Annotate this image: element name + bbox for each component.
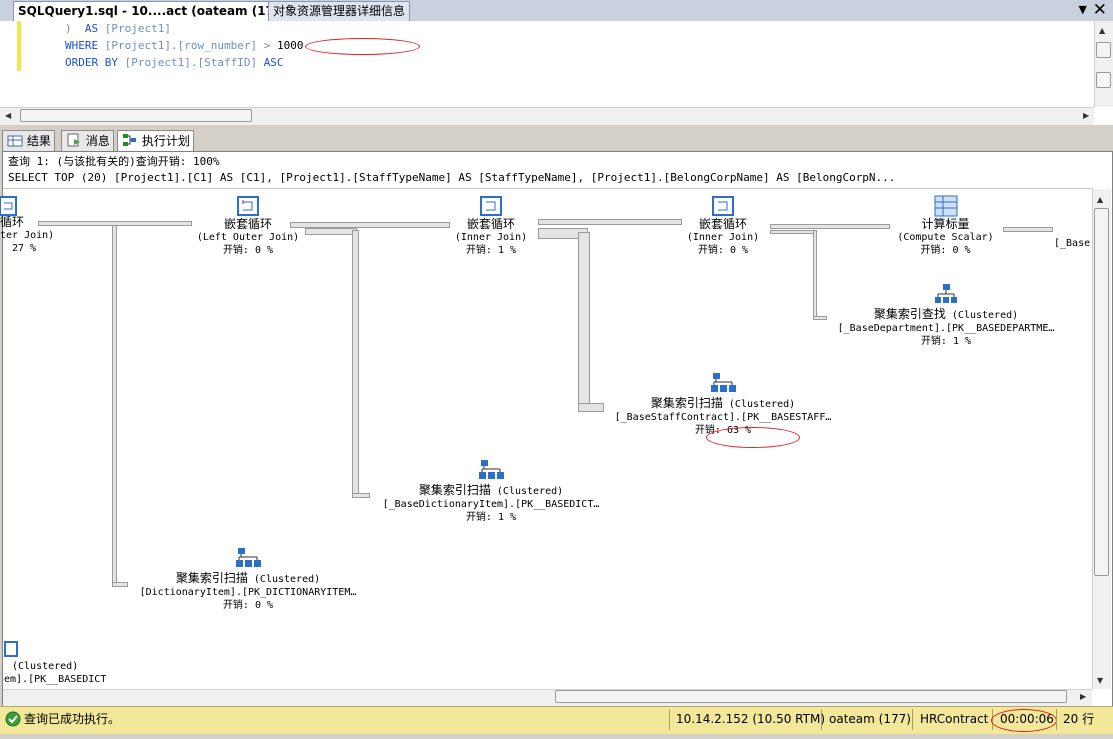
- close-icon[interactable]: ✕: [1093, 0, 1107, 20]
- change-margin: [17, 21, 21, 71]
- scroll-right-icon[interactable]: ▶: [1083, 111, 1089, 120]
- editor-scroll-thumb-lower[interactable]: [1096, 72, 1111, 88]
- scroll-down-icon[interactable]: ▼: [1097, 676, 1103, 685]
- status-user: oateam (177): [829, 712, 911, 726]
- tab-results[interactable]: 结果: [2, 130, 55, 152]
- plan-arrow: [538, 219, 682, 225]
- tab-object-explorer-details[interactable]: 对象资源管理器详细信息: [268, 1, 411, 21]
- plan-op-offscreen-scan[interactable]: (Clustered) em].[PK__BASEDICT: [4, 638, 124, 688]
- plan-scroll-thumb[interactable]: [1094, 208, 1109, 576]
- tab-execution-plan[interactable]: 执行计划: [117, 130, 194, 152]
- clustered-index-scan-icon: [711, 373, 736, 392]
- plan-op-nested-loops-left-outer[interactable]: 嵌套循环 (Left Outer Join) 开销: 0 %: [188, 195, 308, 257]
- plan-arrow: [770, 224, 890, 229]
- plan-op-nested-loops-inner-1[interactable]: 嵌套循环 (Inner Join) 开销: 1 %: [446, 195, 536, 257]
- status-server: 10.14.2.152 (10.50 RTM): [676, 712, 826, 726]
- plan-hscroll-thumb[interactable]: [555, 690, 1067, 703]
- plan-icon: [123, 134, 136, 146]
- status-divider: [821, 709, 822, 730]
- plan-op-compute-scalar[interactable]: 计算标量 (Compute Scalar) 开销: 0 %: [888, 195, 1003, 257]
- plan-op-clustered-index-scan-staffcontract[interactable]: 聚集索引扫描 (Clustered) [_BaseStaffContract].…: [603, 372, 843, 437]
- nested-loops-icon: [712, 196, 734, 216]
- annotation-oval-cost: [706, 427, 800, 448]
- code-line-3: ORDER BY [Project1].[StaffID] ASC: [65, 56, 284, 69]
- status-divider: [912, 709, 913, 730]
- status-divider: [669, 709, 670, 730]
- plan-op-clustered-index-scan-dictitem[interactable]: 聚集索引扫描 (Clustered) [DictionaryItem].[PK_…: [128, 547, 368, 612]
- status-divider: [1056, 709, 1057, 730]
- plan-arrow: [305, 228, 357, 235]
- message-icon: [67, 133, 80, 147]
- editor-scroll-thumb[interactable]: [1096, 42, 1111, 58]
- success-check-icon: [5, 711, 21, 727]
- editor-hscroll-thumb[interactable]: [20, 109, 252, 122]
- clustered-index-scan-icon: [236, 548, 261, 567]
- nested-loops-icon: [237, 196, 259, 216]
- plan-separator: [3, 188, 1093, 189]
- code-line-1: ) AS [Project1]: [65, 22, 171, 35]
- plan-arrow: [1003, 227, 1053, 232]
- tab-messages[interactable]: 消息: [61, 130, 114, 152]
- query-sql-text: SELECT TOP (20) [Project1].[C1] AS [C1],…: [8, 171, 896, 184]
- query-cost-header: 查询 1: (与该批有关的)查询开销: 100%: [8, 155, 220, 168]
- status-row-count: 20 行: [1063, 712, 1095, 726]
- clustered-index-scan-icon: [479, 460, 504, 479]
- tab-sqlquery1[interactable]: SQLQuery1.sql - 10....act (oateam (177))…: [13, 1, 305, 21]
- plan-arrow: [770, 230, 817, 234]
- plan-arrow: [813, 230, 817, 320]
- code-line-2: WHERE [Project1].[row_number] > 1000: [65, 39, 304, 52]
- grid-icon: [7, 135, 23, 147]
- plan-arrow: [112, 582, 128, 587]
- annotation-oval-row-number: [305, 38, 420, 55]
- plan-arrow: [112, 225, 117, 587]
- annotation-oval-elapsed: [991, 709, 1057, 732]
- nested-loops-icon: [480, 196, 502, 216]
- plan-arrow: [352, 493, 370, 498]
- plan-op-clustered-index-scan-dictionaryitem[interactable]: 聚集索引扫描 (Clustered) [_BaseDictionaryItem]…: [371, 459, 611, 524]
- window-list-dropdown-icon[interactable]: ▼: [1079, 3, 1087, 16]
- status-database: HRContract: [920, 712, 989, 726]
- nested-loops-icon: [0, 196, 17, 216]
- compute-scalar-icon: [934, 195, 957, 217]
- status-message: 查询已成功执行。: [24, 712, 121, 726]
- plan-arrow: [352, 230, 359, 498]
- plan-arrow: [578, 232, 590, 412]
- plan-op-nested-loops-inner-2[interactable]: 嵌套循环 (Inner Join) 开销: 0 %: [678, 195, 768, 257]
- scroll-up-icon[interactable]: ▲: [1099, 26, 1105, 35]
- scroll-right-icon[interactable]: ▶: [1080, 692, 1086, 701]
- plan-arrow: [578, 403, 604, 412]
- plan-op-nested-loops-partial[interactable]: 循环 ter Join) 27 %: [0, 195, 70, 255]
- scroll-left-icon[interactable]: ◀: [5, 111, 11, 120]
- plan-op-clustered-index-seek[interactable]: 聚集索引查找 (Clustered) [_BaseDepartment].[PK…: [826, 283, 1066, 348]
- clustered-index-seek-icon: [935, 284, 957, 303]
- scroll-up-icon[interactable]: ▲: [1097, 195, 1103, 204]
- clustered-index-scan-icon: [4, 641, 18, 657]
- plan-arrow: [813, 316, 827, 320]
